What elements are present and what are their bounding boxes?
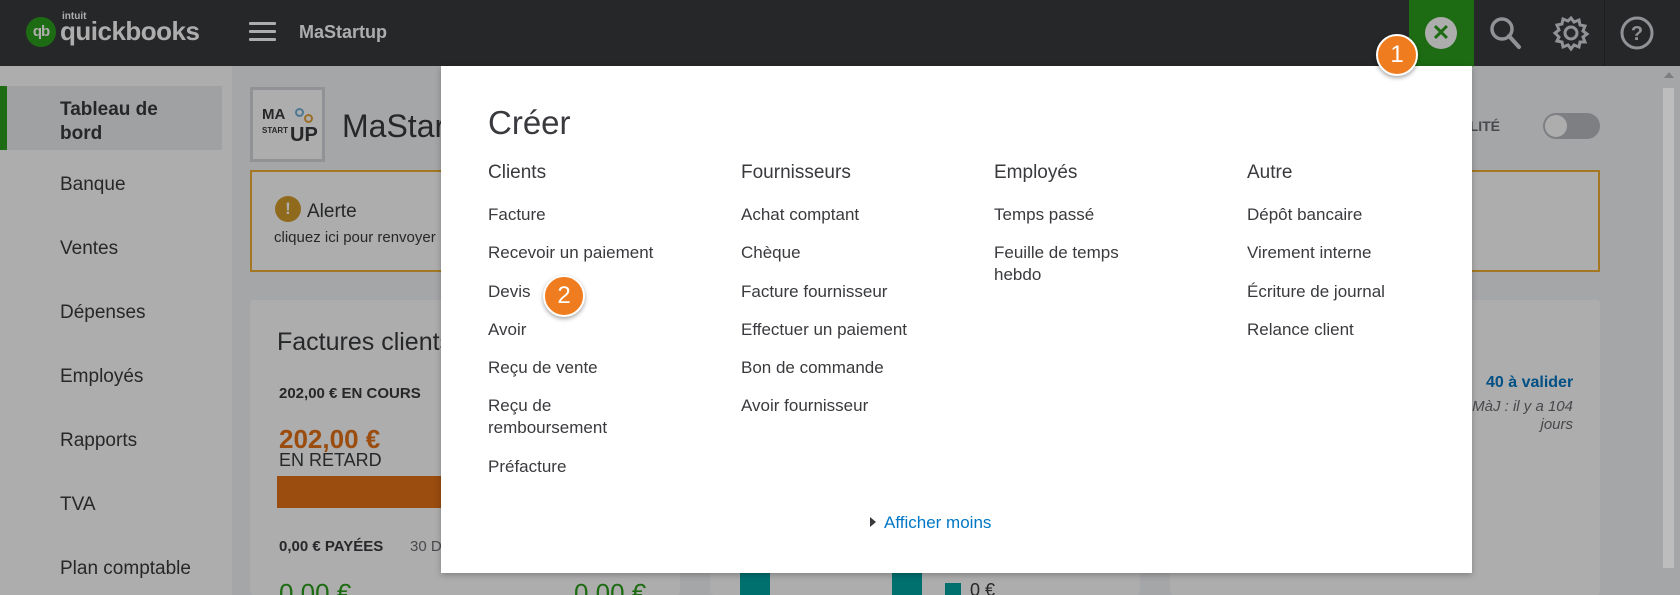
scroll-up-arrow-icon[interactable] (1664, 72, 1674, 78)
column-heading-other: Autre (1247, 162, 1293, 183)
menu-item-pro-forma[interactable]: Préfacture (488, 456, 566, 478)
menu-item-invoice[interactable]: Facture (488, 204, 546, 226)
column-heading-suppliers: Fournisseurs (741, 162, 851, 183)
caret-right-icon (870, 517, 876, 527)
show-less-link[interactable]: Afficher moins (870, 513, 991, 533)
menu-item-journal-entry[interactable]: Écriture de journal (1247, 281, 1385, 303)
menu-item-estimate[interactable]: Devis (488, 281, 531, 303)
menu-item-expense[interactable]: Achat comptant (741, 204, 859, 226)
menu-item-weekly-timesheet[interactable]: Feuille de temps hebdo (994, 242, 1144, 286)
menu-item-refund-receipt[interactable]: Reçu de remboursement (488, 395, 638, 439)
menu-item-receive-payment[interactable]: Recevoir un paiement (488, 242, 653, 264)
menu-item-credit-note[interactable]: Avoir (488, 319, 526, 341)
menu-item-transfer[interactable]: Virement interne (1247, 242, 1371, 264)
menu-item-supplier-credit[interactable]: Avoir fournisseur (741, 395, 868, 417)
menu-item-purchase-order[interactable]: Bon de commande (741, 357, 884, 379)
menu-item-cheque[interactable]: Chèque (741, 242, 801, 264)
column-heading-employees: Employés (994, 162, 1078, 183)
scrollbar-thumb[interactable] (1663, 88, 1674, 568)
menu-item-pay-bill[interactable]: Effectuer un paiement (741, 319, 907, 341)
create-menu-title: Créer (488, 104, 571, 141)
menu-item-bank-deposit[interactable]: Dépôt bancaire (1247, 204, 1362, 226)
create-menu: Créer Clients Facture Recevoir un paieme… (441, 66, 1472, 573)
menu-item-time-activity[interactable]: Temps passé (994, 204, 1094, 226)
step-badge-1: 1 (1376, 34, 1418, 76)
column-heading-clients: Clients (488, 162, 547, 183)
menu-item-bill[interactable]: Facture fournisseur (741, 281, 887, 303)
step-badge-2: 2 (543, 275, 585, 317)
menu-item-customer-reminder[interactable]: Relance client (1247, 319, 1354, 341)
menu-item-sales-receipt[interactable]: Reçu de vente (488, 357, 598, 379)
